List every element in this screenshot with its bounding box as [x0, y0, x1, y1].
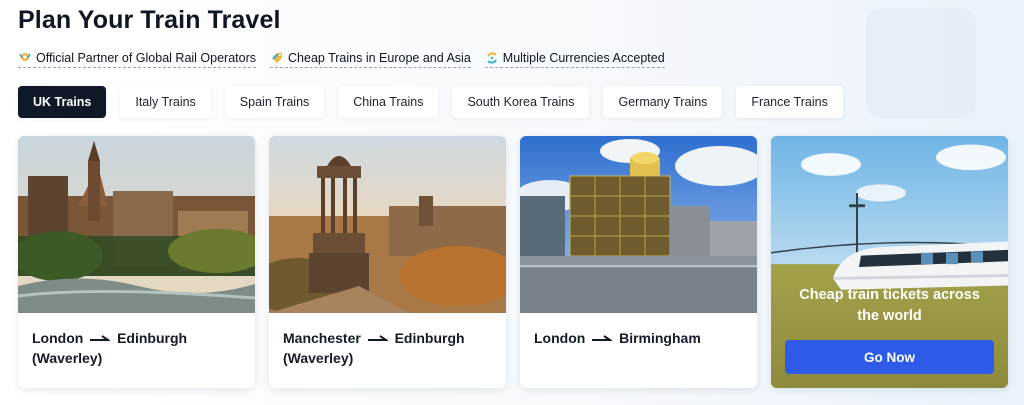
route-title: London Edinburgh (Waverley) [18, 313, 255, 368]
route-title: Manchester Edinburgh (Waverley) [269, 313, 506, 368]
feature-label: Cheap Trains in Europe and Asia [288, 51, 471, 65]
route-cards: London Edinburgh (Waverley) Manchester E… [18, 136, 1008, 388]
edinburgh-castle-photo [18, 136, 255, 313]
route-arrow-icon [367, 335, 388, 342]
tab-spain-trains[interactable]: Spain Trains [224, 86, 325, 118]
route-origin: Manchester [283, 330, 361, 346]
promo-text: Cheap train tickets across the world [799, 287, 980, 324]
birmingham-library-photo [520, 136, 757, 313]
route-card-london-edinburgh[interactable]: London Edinburgh (Waverley) [18, 136, 255, 388]
tab-china-trains[interactable]: China Trains [338, 86, 439, 118]
feature-currencies: Multiple Currencies Accepted [484, 51, 665, 68]
feature-label: Multiple Currencies Accepted [502, 51, 665, 65]
route-card-london-birmingham[interactable]: London Birmingham [520, 136, 757, 388]
route-card-manchester-edinburgh[interactable]: Manchester Edinburgh (Waverley) [269, 136, 506, 388]
tab-italy-trains[interactable]: Italy Trains [120, 86, 211, 118]
partner-badge-icon [19, 53, 31, 61]
feature-partner: Official Partner of Global Rail Operator… [18, 51, 257, 68]
currency-exchange-icon [486, 52, 497, 64]
price-tag-icon [272, 53, 283, 63]
tab-uk-trains[interactable]: UK Trains [18, 86, 107, 118]
route-origin: London [32, 330, 84, 346]
go-now-button[interactable]: Go Now [785, 340, 994, 374]
tab-france-trains[interactable]: France Trains [736, 86, 843, 118]
country-tabs: UK Trains Italy Trains Spain Trains Chin… [18, 86, 843, 118]
route-origin: London [534, 330, 586, 346]
route-arrow-icon [90, 335, 111, 342]
feature-cheap: Cheap Trains in Europe and Asia [270, 51, 471, 68]
route-destination: Birmingham [619, 330, 701, 346]
feature-list: Official Partner of Global Rail Operator… [18, 51, 665, 68]
route-arrow-icon [592, 335, 613, 342]
tab-south-korea-trains[interactable]: South Korea Trains [452, 86, 590, 118]
calton-hill-monument-photo [269, 136, 506, 313]
tab-germany-trains[interactable]: Germany Trains [603, 86, 723, 118]
route-title: London Birmingham [520, 313, 757, 348]
page-title: Plan Your Train Travel [18, 6, 281, 34]
feature-label: Official Partner of Global Rail Operator… [36, 51, 257, 65]
background-decoration [866, 8, 976, 118]
promo-card: Cheap train tickets across the world Go … [771, 136, 1008, 388]
